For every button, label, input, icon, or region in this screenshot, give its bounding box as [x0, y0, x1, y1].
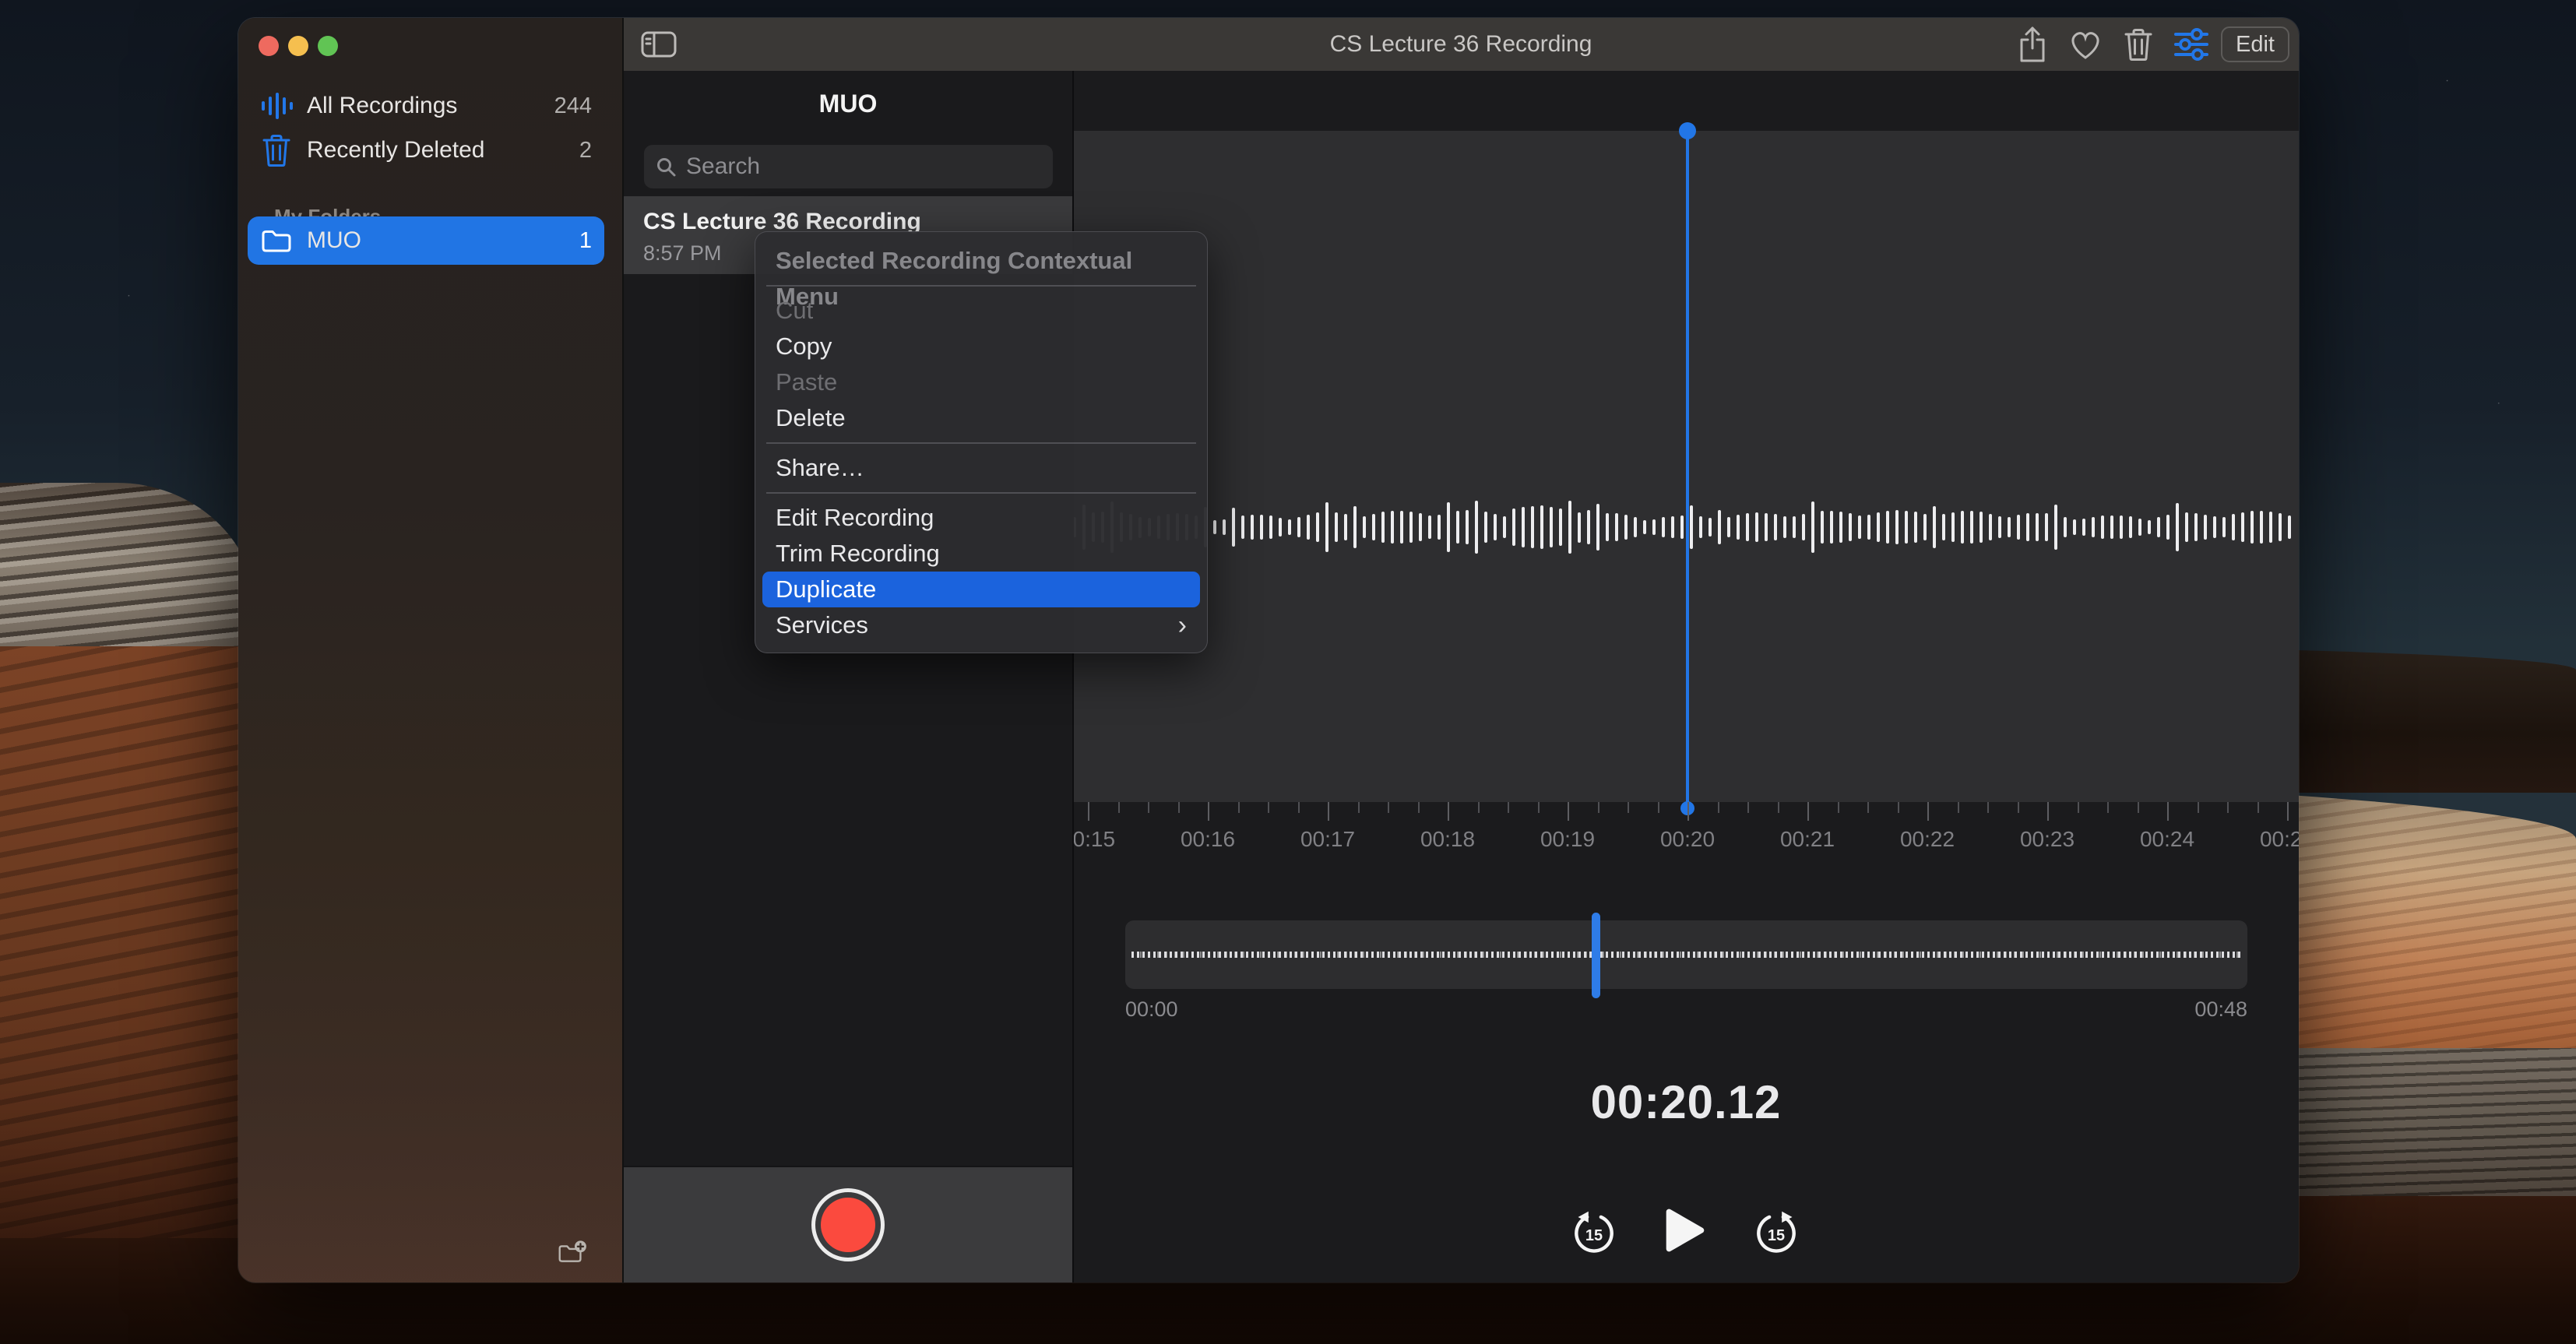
ruler-label: 00:19 — [1540, 827, 1595, 852]
folder-icon — [259, 228, 294, 254]
skip-forward-15-button[interactable]: 15 — [1752, 1209, 1800, 1260]
sidebar-item-recently-deleted[interactable]: Recently Deleted 2 — [248, 128, 604, 173]
delete-trash-icon[interactable] — [2120, 26, 2157, 63]
search-icon — [655, 156, 677, 178]
ruler-label: 00:23 — [2020, 827, 2075, 852]
playhead-line[interactable] — [1686, 131, 1689, 811]
close-button[interactable] — [259, 36, 279, 56]
favorite-heart-icon[interactable] — [2067, 26, 2104, 63]
list-header: MUO — [623, 90, 1073, 118]
titlebar: CS Lecture 36 Recording — [623, 18, 2299, 72]
sidebar-item-count: 1 — [579, 228, 592, 254]
menu-separator — [766, 492, 1196, 494]
sidebar-item-label: MUO — [307, 227, 579, 254]
voice-memos-window: All Recordings 244 Recently Deleted 2 My… — [238, 18, 2299, 1282]
sidebar-item-count: 244 — [554, 93, 592, 119]
ruler-label: 00:21 — [1780, 827, 1835, 852]
context-menu-header: Selected Recording Contextual Menu — [755, 243, 1207, 279]
minimize-button[interactable] — [288, 36, 308, 56]
sidebar: All Recordings 244 Recently Deleted 2 My… — [238, 18, 623, 1282]
play-button[interactable] — [1665, 1206, 1707, 1257]
player-pane: 00:15 00:16 00:17 00:18 00:19 00:20 00:2… — [1073, 71, 2299, 1282]
menu-item-duplicate[interactable]: Duplicate — [762, 572, 1200, 607]
ruler-label: 00:16 — [1181, 827, 1235, 852]
ruler-label: 00:25 — [2260, 827, 2299, 852]
record-button-core — [821, 1198, 875, 1252]
ruler-label: 00:15 — [1073, 827, 1115, 852]
menu-item-delete[interactable]: Delete — [755, 400, 1207, 436]
sidebar-item-all-recordings[interactable]: All Recordings 244 — [248, 83, 604, 128]
record-toolbar — [623, 1166, 1073, 1282]
svg-text:15: 15 — [1768, 1227, 1785, 1244]
search-input[interactable] — [684, 153, 1042, 181]
wallpaper-left-sand — [0, 646, 257, 1238]
menu-item-edit-recording[interactable]: Edit Recording — [755, 500, 1207, 536]
playhead-dot-top — [1679, 122, 1696, 139]
share-icon[interactable] — [2014, 26, 2051, 63]
menu-item-trim-recording[interactable]: Trim Recording — [755, 536, 1207, 572]
ruler-label: 00:20 — [1660, 827, 1715, 852]
menu-item-paste: Paste — [755, 364, 1207, 400]
scrub-end-time: 00:48 — [2194, 997, 2247, 1022]
desktop: All Recordings 244 Recently Deleted 2 My… — [0, 0, 2576, 1344]
sidebar-divider — [622, 18, 624, 1282]
search-field[interactable] — [644, 145, 1053, 188]
trash-icon — [259, 133, 294, 167]
zoom-button[interactable] — [318, 36, 338, 56]
sidebar-item-label: All Recordings — [307, 93, 554, 119]
view-options-sliders-icon[interactable] — [2173, 26, 2210, 63]
menu-item-copy[interactable]: Copy — [755, 329, 1207, 364]
ruler-label: 00:18 — [1420, 827, 1475, 852]
menu-item-services[interactable]: Services › — [755, 607, 1207, 643]
menu-item-label: Services — [776, 607, 868, 643]
submenu-chevron-icon: › — [1178, 607, 1187, 643]
ruler-label: 00:22 — [1900, 827, 1955, 852]
scrubber-waveform — [1131, 952, 2241, 958]
context-menu: Selected Recording Contextual Menu Cut C… — [755, 231, 1208, 653]
skip-back-15-button[interactable]: 15 — [1570, 1209, 1618, 1260]
svg-text:15: 15 — [1585, 1227, 1603, 1244]
menu-separator — [766, 442, 1196, 444]
timeline-ruler: 00:15 00:16 00:17 00:18 00:19 00:20 00:2… — [1073, 802, 2299, 872]
sidebar-item-folder-muo[interactable]: MUO 1 — [248, 216, 604, 265]
recording-time: 8:57 PM — [643, 241, 722, 266]
waveform-icon — [259, 92, 294, 120]
record-button[interactable] — [811, 1188, 885, 1261]
sidebar-item-count: 2 — [579, 138, 592, 164]
edit-button[interactable]: Edit — [2221, 26, 2289, 62]
scrub-start-time: 00:00 — [1125, 997, 1178, 1022]
toggle-sidebar-button[interactable] — [640, 26, 677, 63]
new-folder-button[interactable] — [551, 1233, 595, 1276]
scrubber-playhead[interactable] — [1592, 913, 1600, 998]
ruler-label: 00:24 — [2140, 827, 2194, 852]
traffic-lights — [259, 36, 338, 56]
sidebar-item-label: Recently Deleted — [307, 137, 579, 164]
scrubber-bar[interactable] — [1125, 920, 2247, 989]
current-time-display: 00:20.12 — [1073, 1075, 2299, 1129]
menu-item-share[interactable]: Share… — [755, 450, 1207, 486]
ruler-label: 00:17 — [1300, 827, 1355, 852]
